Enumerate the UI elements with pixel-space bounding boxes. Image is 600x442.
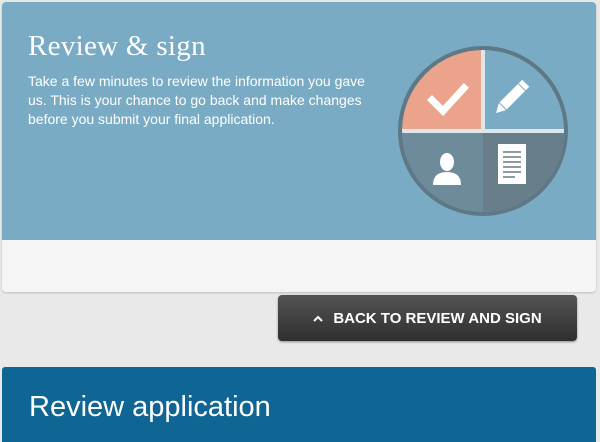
back-button-label: BACK TO REVIEW AND SIGN [333,309,542,327]
review-sign-card: Review & sign Take a few minutes to revi… [2,2,596,292]
page-title: Review & sign [28,30,206,62]
quadrant-person [402,131,483,212]
chevron-up-icon [313,315,324,322]
divider-vertical [481,50,485,131]
hero-banner: Review & sign Take a few minutes to revi… [2,2,596,240]
hero-description: Take a few minutes to review the informa… [28,73,365,127]
back-to-review-and-sign-button[interactable]: BACK TO REVIEW AND SIGN [278,295,577,341]
section-title: Review application [29,391,271,423]
review-application-section: Review application [2,367,596,442]
document-icon [498,144,526,184]
quadrant-complete [402,50,483,131]
review-progress-illustration [398,46,568,216]
